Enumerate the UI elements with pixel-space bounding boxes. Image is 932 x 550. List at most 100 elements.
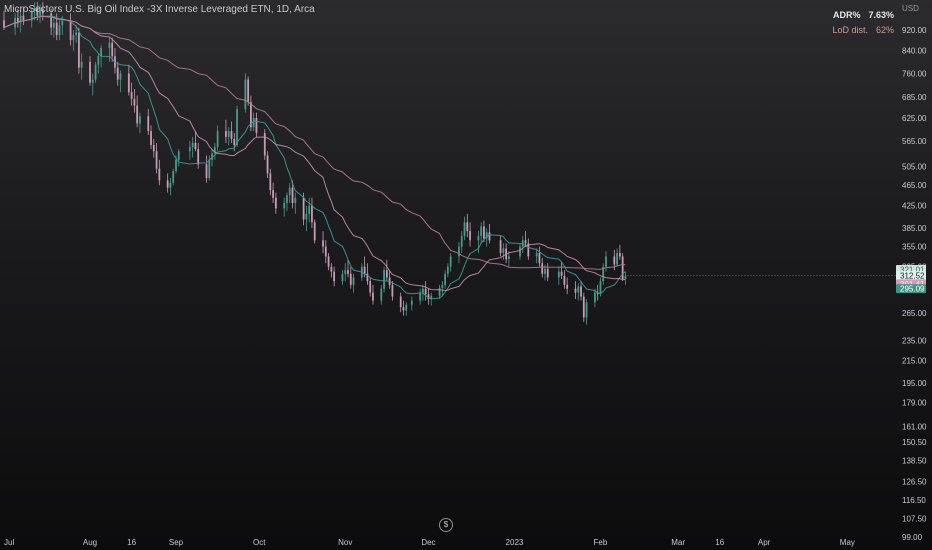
candle-body: [172, 171, 175, 183]
candle-body: [405, 304, 408, 311]
candle-body: [541, 263, 544, 274]
candle-body: [322, 240, 324, 247]
candle-body: [524, 240, 527, 244]
time-tick-label: Oct: [253, 538, 266, 547]
candle: [116, 61, 119, 86]
candle: [263, 129, 266, 160]
candle-body: [188, 147, 191, 152]
candle-body: [544, 268, 546, 274]
price-tick-label: 505.00: [902, 162, 927, 171]
candle-body: [294, 197, 297, 204]
candle: [385, 259, 388, 282]
candle: [519, 243, 521, 260]
candle-body: [255, 117, 258, 134]
candle-body: [618, 253, 621, 257]
candle: [155, 142, 158, 174]
candle-body: [97, 56, 100, 65]
candle-body: [441, 284, 444, 288]
price-tick-label: 840.00: [902, 47, 927, 56]
candle: [97, 53, 100, 74]
candle: [139, 112, 141, 134]
candle: [272, 182, 274, 204]
price-chart[interactable]: 920.00 840.00 760.00 685.00 625.00 565.00 505.…: [0, 0, 932, 550]
candle-body: [58, 25, 61, 36]
candle-body: [352, 277, 355, 285]
adr-value: 7.63%: [868, 10, 894, 20]
candle: [108, 37, 111, 62]
candle: [546, 263, 549, 282]
price-tick-label: 150.50: [902, 438, 927, 447]
candle-body: [458, 246, 460, 257]
candle-body: [152, 144, 155, 152]
price-tick-label: 99.00: [902, 533, 923, 542]
price-tick-label: 265.00: [902, 309, 927, 318]
candle-body: [422, 288, 424, 293]
candle-body: [380, 288, 383, 301]
candle-body: [272, 190, 274, 198]
candle: [130, 82, 133, 106]
time-tick-label: Aug: [83, 538, 97, 547]
time-tick-label: May: [840, 538, 855, 547]
candle-body: [383, 270, 385, 289]
candle: [624, 271, 627, 285]
candle-body: [438, 287, 441, 296]
time-tick-label: Jul: [4, 538, 14, 547]
candle-body: [22, 15, 25, 21]
candle-body: [574, 288, 577, 293]
candle-body: [288, 187, 291, 196]
candle: [150, 125, 152, 150]
candle: [621, 253, 624, 282]
candle: [618, 244, 621, 260]
candle-body: [341, 273, 344, 282]
time-tick-label: 16: [715, 538, 724, 547]
candle: [158, 159, 161, 186]
candle: [347, 259, 349, 278]
lod-label: LoD dist.: [832, 25, 868, 35]
candle-body: [557, 271, 560, 278]
candle-body: [605, 256, 607, 267]
candle-body: [399, 296, 402, 308]
candle: [538, 246, 541, 267]
candle-body: [519, 246, 521, 257]
candle: [294, 192, 297, 214]
candle: [372, 284, 374, 305]
price-tick-label: 565.00: [902, 137, 927, 146]
candle-body: [391, 284, 394, 297]
candle-body: [363, 266, 366, 274]
candle-body: [230, 131, 233, 139]
candle: [419, 288, 422, 305]
price-tick-label: 195.00: [902, 379, 927, 388]
candle-body: [133, 98, 136, 106]
price-tick-label: 215.00: [902, 357, 927, 366]
candle: [369, 277, 372, 297]
candle: [580, 281, 582, 301]
candle-body: [252, 117, 255, 128]
candle-body: [410, 300, 413, 305]
candle: [341, 270, 344, 285]
candle-body: [477, 235, 480, 241]
candle: [466, 213, 469, 238]
candle: [388, 270, 391, 289]
candle-body: [613, 256, 616, 265]
dollar-icon[interactable]: $: [439, 518, 453, 532]
candle: [255, 112, 258, 137]
price-tick-label: 355.00: [902, 243, 927, 252]
candle: [524, 231, 527, 247]
candle: [577, 283, 580, 301]
candle: [286, 192, 288, 212]
candle-body: [502, 248, 505, 254]
candle-body: [308, 205, 311, 214]
currency-label[interactable]: USD: [902, 4, 919, 13]
candle: [324, 240, 327, 264]
price-tick-label: 685.00: [902, 93, 927, 102]
candle: [499, 235, 502, 257]
candle-body: [177, 151, 180, 160]
time-tick-label: Apr: [758, 538, 771, 547]
candle-body: [563, 275, 566, 285]
candle: [460, 231, 463, 254]
candle-body: [580, 286, 582, 297]
candle: [166, 173, 169, 193]
candle: [80, 53, 83, 80]
candle-body: [469, 231, 471, 241]
time-tick-label: Feb: [594, 538, 608, 547]
